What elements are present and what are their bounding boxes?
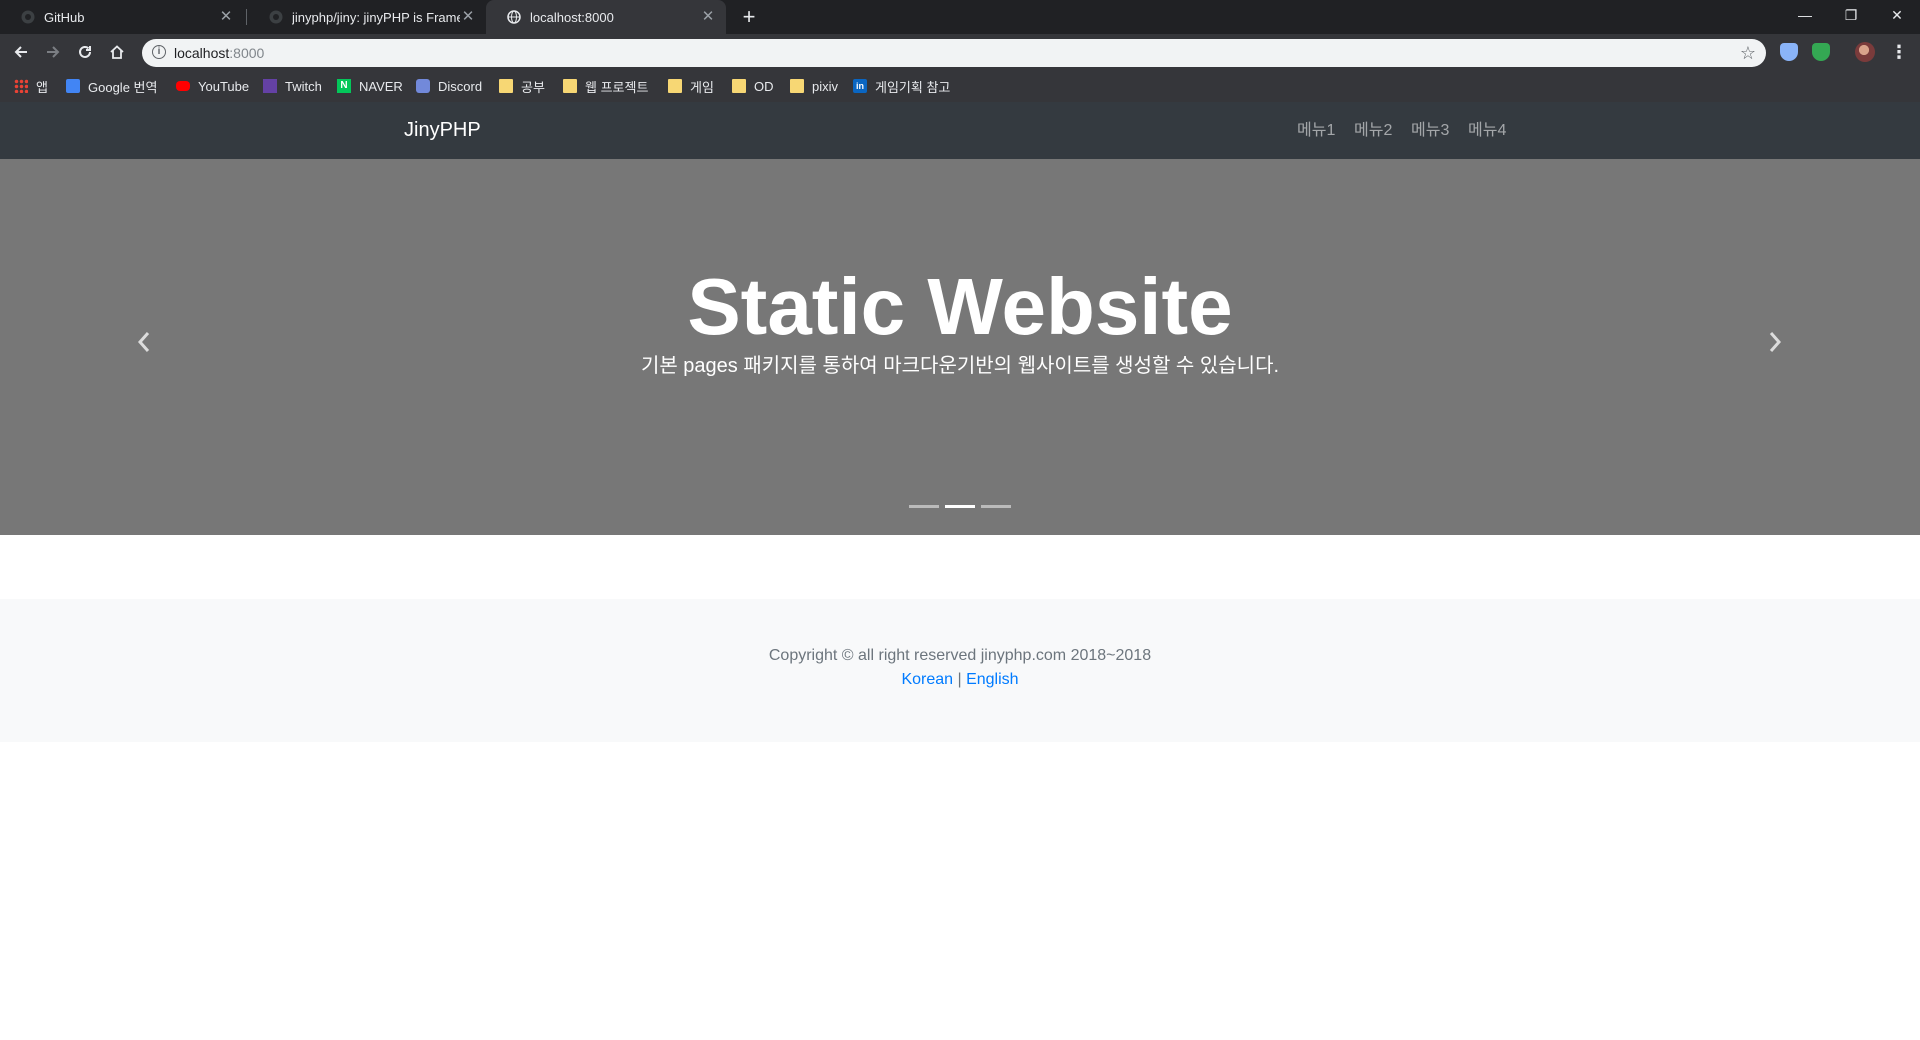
tab-title: GitHub [44, 9, 85, 25]
site-footer: Copyright © all right reserved jinyphp.c… [0, 599, 1920, 742]
back-button[interactable] [6, 37, 36, 67]
bookmarks-bar: 앱 Google 번역 YouTube Twitch N NAVER Disco… [0, 70, 1920, 103]
tab-title: jinyphp/jiny: jinyPHP is Framework [292, 9, 460, 25]
tab-separator [246, 9, 247, 25]
nav-menu-3[interactable]: 메뉴3 [1411, 102, 1449, 159]
reload-icon [79, 45, 91, 58]
bookmark-label: Discord [438, 78, 483, 94]
forward-button[interactable] [38, 37, 68, 67]
bookmark-label: Twitch [285, 78, 322, 94]
browser-toolbar: i localhost:8000 ☆ [0, 34, 1920, 70]
tab-jiny-repo[interactable]: jinyphp/jiny: jinyPHP is Framework ✕ [248, 0, 486, 34]
browser-menu-icon[interactable]: ⋮ [1890, 40, 1908, 64]
youtube-icon [176, 81, 190, 91]
bookmark-folder-pixiv[interactable]: pixiv [790, 70, 838, 102]
google-translate-icon [66, 79, 80, 93]
home-button[interactable] [102, 37, 132, 67]
bookmark-label: YouTube [198, 78, 250, 94]
close-tab-icon[interactable]: ✕ [700, 9, 716, 25]
folder-icon [732, 79, 746, 93]
profile-avatar[interactable] [1855, 42, 1875, 62]
carousel-indicator-2[interactable] [945, 505, 975, 508]
bookmark-label: 공부 [521, 79, 545, 95]
bookmark-folder-od[interactable]: OD [732, 70, 774, 102]
back-arrow-icon [14, 46, 27, 58]
bookmark-twitch[interactable]: Twitch [263, 70, 322, 102]
carousel-indicator-1[interactable] [909, 505, 939, 508]
close-tab-icon[interactable]: ✕ [218, 9, 234, 25]
tab-title: localhost:8000 [530, 9, 614, 25]
forward-arrow-icon [47, 46, 60, 58]
tab-localhost[interactable]: localhost:8000 ✕ [486, 0, 726, 34]
language-switcher: Korean | English [0, 671, 1920, 689]
lang-korean-link[interactable]: Korean [901, 671, 953, 688]
carousel-indicator-3[interactable] [981, 505, 1011, 508]
adblock-extension-icon[interactable] [1812, 43, 1830, 61]
twitch-icon [263, 79, 277, 93]
bookmark-folder-web-project[interactable]: 웹 프로젝트 [563, 70, 648, 102]
lang-english-link[interactable]: English [966, 671, 1018, 688]
folder-icon [668, 79, 682, 93]
nav-menu-2[interactable]: 메뉴2 [1354, 102, 1392, 159]
github-icon [20, 9, 36, 25]
folder-icon [499, 79, 513, 93]
globe-icon [506, 9, 522, 25]
lang-separator: | [953, 671, 967, 688]
bookmark-folder-game[interactable]: 게임 [668, 70, 714, 102]
reload-button[interactable] [70, 37, 100, 67]
apps-grid-icon [14, 79, 28, 93]
bookmark-game-planning[interactable]: in 게임기획 참고 [853, 70, 950, 102]
close-tab-icon[interactable]: ✕ [460, 9, 476, 25]
hero-carousel: Static Website 기본 pages 패키지를 통하여 마크다운기반의… [0, 159, 1920, 535]
bookmark-google-translate[interactable]: Google 번역 [66, 70, 157, 102]
address-url[interactable]: localhost:8000 [174, 39, 264, 67]
folder-icon [790, 79, 804, 93]
hero-subtitle: 기본 pages 패키지를 통하여 마크다운기반의 웹사이트를 생성할 수 있습… [640, 355, 1280, 377]
nav-menu-1[interactable]: 메뉴1 [1297, 102, 1335, 159]
home-icon [110, 45, 124, 59]
bookmark-star-icon[interactable]: ☆ [1740, 42, 1756, 64]
restore-button[interactable]: ❐ [1828, 0, 1874, 30]
site-navbar: JinyPHP 메뉴1 메뉴2 메뉴3 메뉴4 [0, 102, 1920, 159]
bookmark-label: NAVER [359, 78, 403, 94]
close-window-button[interactable]: ✕ [1874, 0, 1920, 30]
bookmark-label: 웹 프로젝트 [585, 79, 649, 95]
bookmark-discord[interactable]: Discord [416, 70, 482, 102]
bookmark-apps[interactable]: 앱 [14, 70, 48, 102]
github-icon [268, 9, 284, 25]
browser-tab-strip: GitHub ✕ jinyphp/jiny: jinyPHP is Framew… [0, 0, 1920, 34]
linkedin-icon: in [853, 79, 867, 93]
bookmark-naver[interactable]: N NAVER [337, 70, 403, 102]
hero-title: Static Website [687, 262, 1233, 351]
tab-github[interactable]: GitHub ✕ [0, 0, 244, 34]
folder-icon [563, 79, 577, 93]
shield-extension-icon[interactable] [1780, 43, 1798, 61]
carousel-next-icon[interactable] [1764, 330, 1786, 360]
bookmark-label: 게임 [690, 79, 714, 95]
new-tab-button[interactable]: + [737, 5, 761, 29]
site-info-icon[interactable]: i [152, 45, 166, 59]
bookmark-label: pixiv [812, 78, 839, 94]
bookmark-label: 게임기획 참고 [875, 79, 951, 95]
bookmark-label: Google 번역 [88, 79, 158, 95]
discord-icon [416, 79, 430, 93]
address-bar[interactable]: i localhost:8000 ☆ [142, 39, 1766, 67]
carousel-prev-icon[interactable] [133, 330, 155, 360]
naver-icon: N [337, 79, 351, 93]
site-brand[interactable]: JinyPHP [404, 102, 481, 159]
bookmark-youtube[interactable]: YouTube [176, 70, 249, 102]
bookmark-label: OD [754, 78, 774, 94]
bookmark-folder-study[interactable]: 공부 [499, 70, 545, 102]
bookmark-label: 앱 [36, 79, 48, 95]
footer-copyright: Copyright © all right reserved jinyphp.c… [768, 647, 1152, 664]
nav-menu-4[interactable]: 메뉴4 [1468, 102, 1506, 159]
minimize-button[interactable]: ― [1782, 0, 1828, 30]
